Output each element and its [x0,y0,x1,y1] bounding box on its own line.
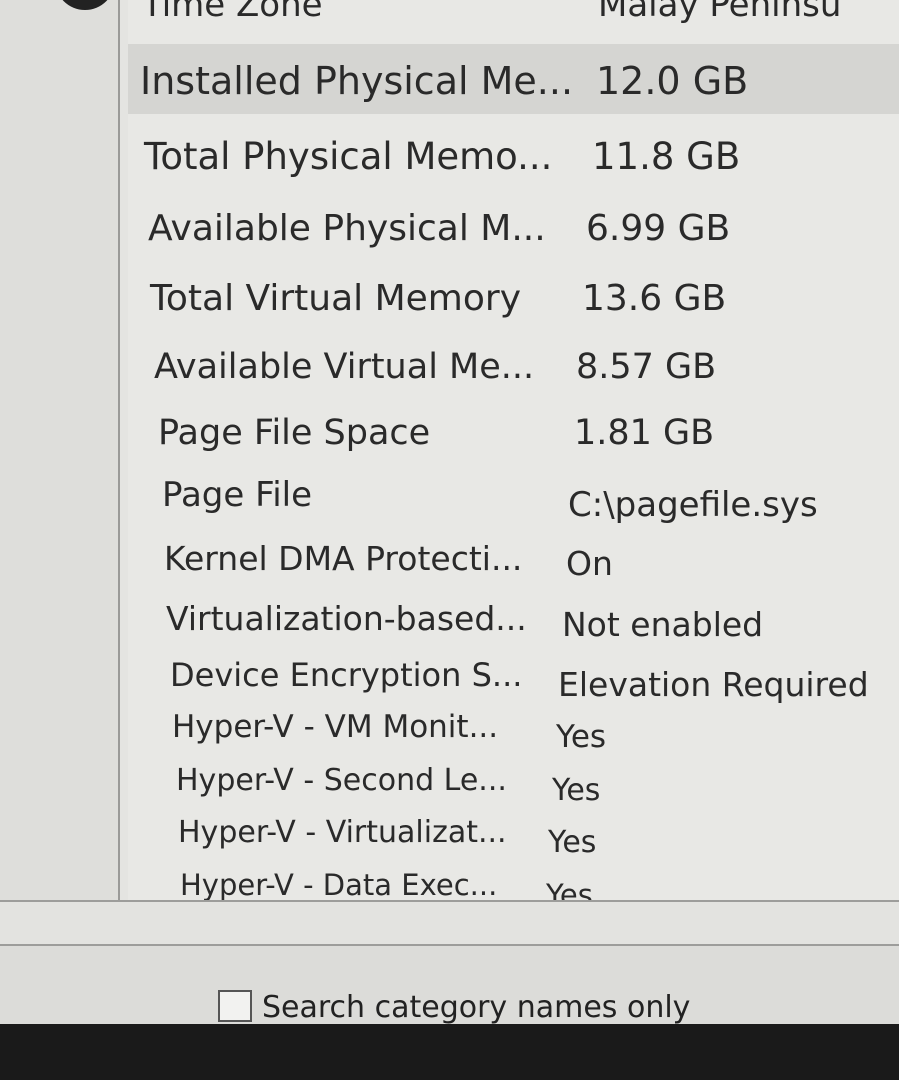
item-value: 12.0 GB [596,59,749,103]
item-name: Total Virtual Memory [150,278,522,319]
list-item[interactable]: Kernel DMA Protecti... On [128,526,899,592]
item-value: Malay Peninsu [598,0,842,25]
item-value: 13.6 GB [582,278,727,319]
item-value: 1.81 GB [574,413,715,453]
item-name: Page File Space [158,413,431,453]
item-name: Page File [162,475,313,515]
item-name: Installed Physical Me... [140,59,574,103]
list-item[interactable]: Available Physical M... 6.99 GB [128,196,899,262]
item-name: Total Physical Memo... [144,135,553,178]
item-name: Available Virtual Me... [154,347,535,387]
horizontal-scrollbar[interactable] [0,900,899,946]
list-item[interactable]: Page File Space 1.81 GB [128,400,899,466]
screen-bezel [0,1024,899,1080]
item-value: 6.99 GB [586,208,731,249]
list-item[interactable]: Installed Physical Me... 12.0 GB [128,44,899,114]
list-item[interactable]: Time Zone Malay Peninsu [128,0,899,38]
list-item[interactable]: Total Virtual Memory 13.6 GB [128,266,899,332]
item-name: Time Zone [142,0,323,25]
item-value: 11.8 GB [592,135,741,178]
item-value: 8.57 GB [576,347,717,387]
list-item[interactable]: Total Physical Memo... 11.8 GB [128,124,899,190]
item-name: Available Physical M... [148,208,546,249]
system-information-window: Time Zone Malay Peninsu Installed Physic… [0,0,899,1080]
search-category-names-label[interactable]: Search category names only [262,990,690,1025]
item-name: Kernel DMA Protecti... [164,539,523,578]
list-item[interactable]: Available Virtual Me... 8.57 GB [128,334,899,400]
list-item[interactable]: Page File C:\pagefile.sys [128,462,899,528]
search-category-names-checkbox[interactable] [218,990,252,1022]
category-tree-pane[interactable] [0,0,118,900]
